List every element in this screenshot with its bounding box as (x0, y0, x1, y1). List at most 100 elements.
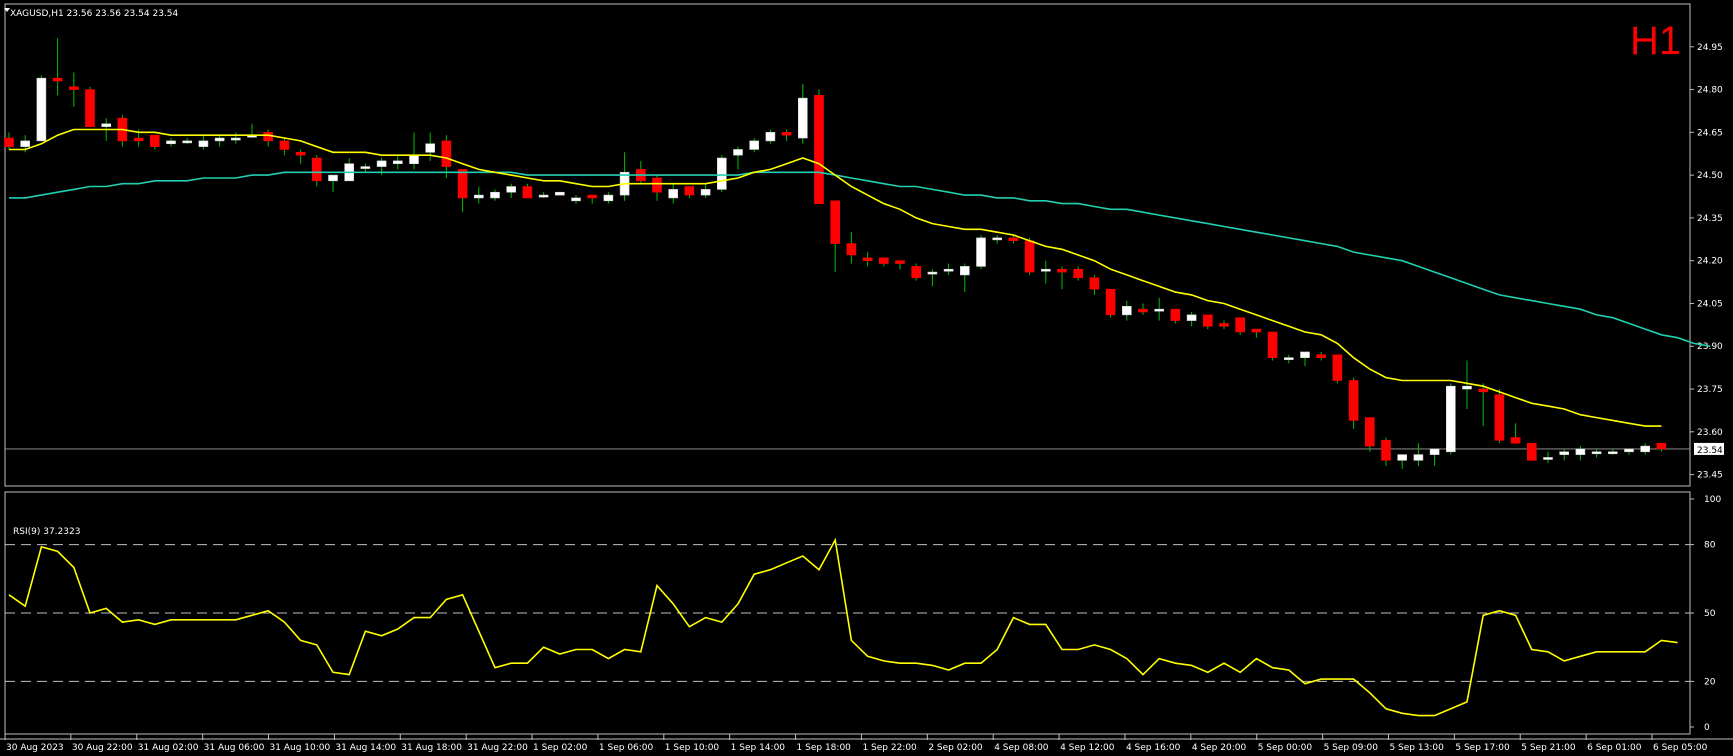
candle-body-bull (1397, 454, 1407, 461)
rsi-axis-label: 100 (1704, 495, 1721, 505)
time-axis-label: 30 Aug 2023 (6, 743, 64, 753)
price-axis-label: 23.90 (1697, 342, 1723, 352)
candle-body-bear (1073, 268, 1083, 279)
candle-body-bull (1543, 457, 1553, 460)
price-axis-label: 24.35 (1697, 214, 1723, 224)
candle-body-bear (69, 86, 79, 90)
candle-body-bull (571, 197, 581, 202)
candle (911, 263, 922, 281)
candle-body-bear (1656, 442, 1667, 450)
current-price-label: 23.54 (1694, 442, 1724, 456)
price-axis-label: 24.95 (1697, 43, 1723, 53)
candle-body-bull (473, 194, 484, 199)
candle-body-bull (1284, 357, 1294, 360)
candle (1024, 237, 1035, 275)
candle-body-bear (684, 186, 695, 196)
timeframe-badge: H1 (1630, 19, 1681, 63)
rsi-axis-label: 0 (1704, 723, 1710, 733)
candle-body-bull (1122, 306, 1132, 316)
time-axis-label: 6 Sep 05:00 (1653, 743, 1708, 753)
candle (1105, 288, 1116, 318)
time-axis-label: 1 Sep 22:00 (862, 743, 917, 753)
candle-body-bull (409, 154, 419, 165)
candle-body-bull (1462, 385, 1472, 390)
time-axis-label: 1 Sep 02:00 (533, 743, 588, 753)
candle-body-bear (85, 89, 95, 127)
candle-body-bull (1429, 448, 1440, 455)
candle-body-bear (150, 134, 160, 147)
time-axis-label: 30 Aug 22:00 (72, 743, 133, 753)
candle-body-bear (1494, 394, 1505, 441)
candle (1235, 317, 1245, 335)
chart-background (0, 0, 1733, 756)
candle-body-bull (20, 140, 31, 147)
candle-body-bear (814, 94, 824, 204)
candle-body-bear (522, 186, 533, 199)
candle-body-bear (1105, 288, 1116, 316)
candle (1494, 389, 1505, 444)
price-axis-label: 24.05 (1697, 299, 1723, 309)
candle-body-bear (279, 140, 290, 150)
candle-body-bull (425, 143, 436, 153)
candle-body-bull (198, 140, 209, 147)
candle-body-bull (716, 157, 727, 190)
time-axis-label: 4 Sep 20:00 (1192, 743, 1247, 753)
candle (716, 155, 727, 193)
time-axis-label: 31 Aug 18:00 (401, 743, 462, 753)
candle-body-bear (652, 177, 662, 193)
candle-body-bear (1089, 277, 1100, 290)
candle-body-bull (554, 191, 565, 196)
price-axis-label: 24.65 (1697, 128, 1723, 138)
candle-body-bear (441, 140, 452, 167)
rsi-axis-label: 20 (1704, 677, 1716, 687)
candle-body-bear (311, 157, 322, 182)
price-axis-label: 23.60 (1697, 428, 1723, 438)
candle-body-bear (1024, 240, 1035, 273)
candle (36, 75, 47, 142)
candle-body-bear (1478, 388, 1488, 393)
time-axis-label: 1 Sep 18:00 (797, 743, 852, 753)
candle-body-bull (376, 160, 387, 167)
candle (1527, 442, 1537, 461)
candle-body-bull (603, 194, 614, 202)
time-axis-label: 2 Sep 02:00 (928, 743, 983, 753)
time-axis-label: 1 Sep 10:00 (665, 743, 720, 753)
candle-body-bear (295, 152, 306, 156)
candle-body-bear (4, 137, 14, 147)
candle-body-bull (959, 266, 970, 276)
candle-body-bull (166, 140, 176, 145)
candle-body-bear (1138, 308, 1148, 313)
time-axis-label: 5 Sep 13:00 (1389, 743, 1444, 753)
candle-body-bull (1640, 445, 1650, 453)
candle (1332, 354, 1343, 384)
candle-body-bear (1332, 354, 1343, 381)
price-axis-label: 24.20 (1697, 257, 1723, 267)
candle-body-bull (765, 132, 776, 142)
candle-body-bull (214, 137, 225, 142)
candle (85, 86, 95, 127)
time-axis-label: 5 Sep 09:00 (1324, 743, 1379, 753)
candle (1267, 331, 1278, 361)
candle-body-bear (52, 77, 63, 82)
symbol-header: XAGUSD,H1 23.56 23.56 23.54 23.54 (10, 9, 179, 19)
candle-body-bear (1267, 331, 1278, 358)
price-axis-label: 24.80 (1697, 86, 1723, 96)
candle (554, 191, 565, 196)
candle-body-bull (1300, 351, 1310, 358)
time-axis-label: 6 Sep 01:00 (1587, 743, 1642, 753)
candle-body-bull (733, 149, 743, 156)
candle-body-bull (1608, 451, 1618, 455)
candle-body-bull (749, 140, 760, 150)
candle-body-bear (1251, 328, 1262, 333)
candle-body-bull (490, 191, 500, 199)
candle-body-bull (797, 97, 808, 139)
rsi-axis-label: 80 (1704, 541, 1716, 551)
candle-body-bull (360, 166, 371, 169)
candle-body-bear (1057, 268, 1067, 273)
candle-body-bull (700, 189, 711, 196)
candle-body-bear (133, 137, 144, 142)
candle-body-bull (231, 137, 241, 141)
candle-body-bull (1591, 451, 1602, 455)
candle-body-bull (1186, 314, 1197, 321)
candle-body-bear (1510, 437, 1521, 444)
